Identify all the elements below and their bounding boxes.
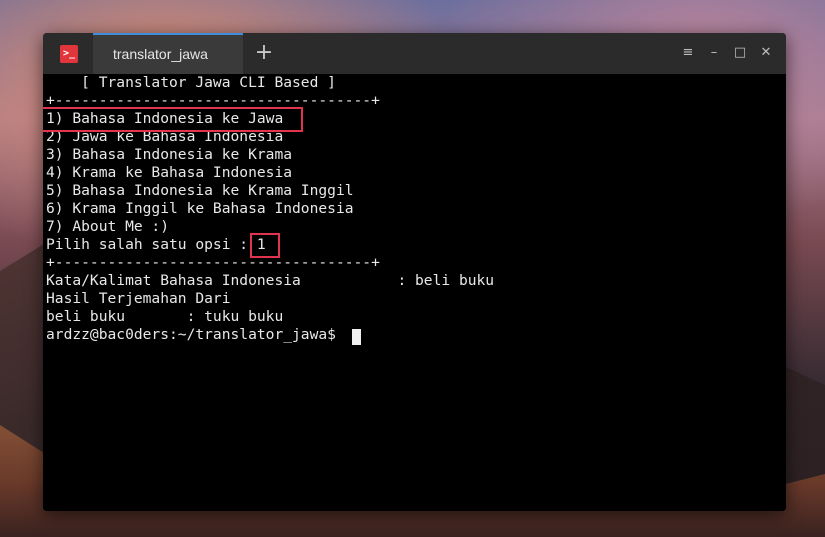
text-cursor: [352, 329, 361, 345]
highlight-option1-box: [43, 107, 303, 132]
title-bar: >_ translator_jawa + ≡ – □ ✕: [43, 33, 786, 74]
minimize-icon[interactable]: –: [705, 44, 723, 62]
terminal-line-option3: 3) Bahasa Indonesia ke Krama: [46, 146, 293, 163]
tab-translator-jawa[interactable]: translator_jawa: [93, 33, 243, 74]
terminal-line-banner: [ Translator Jawa CLI Based ]: [46, 74, 336, 91]
tab-label: translator_jawa: [113, 46, 208, 62]
maximize-icon[interactable]: □: [731, 44, 749, 62]
terminal-line-result-label: Hasil Terjemahan Dari: [46, 290, 231, 307]
new-tab-plus-icon[interactable]: +: [251, 41, 277, 67]
terminal-line-option6: 6) Krama Inggil ke Bahasa Indonesia: [46, 200, 354, 217]
terminal-line-option4: 4) Krama ke Bahasa Indonesia: [46, 164, 293, 181]
terminal-window: >_ translator_jawa + ≡ – □ ✕ [ Translato…: [43, 33, 786, 511]
terminal-line-input: Kata/Kalimat Bahasa Indonesia : beli buk…: [46, 272, 495, 289]
terminal-app-icon: >_: [60, 45, 78, 63]
close-icon[interactable]: ✕: [757, 44, 775, 62]
highlight-choice-box: [250, 233, 280, 258]
terminal-line-option5: 5) Bahasa Indonesia ke Krama Inggil: [46, 182, 354, 199]
terminal-output[interactable]: [ Translator Jawa CLI Based ] +---------…: [43, 74, 786, 511]
shell-prompt: ardzz@bac0ders:~/translator_jawa$: [46, 326, 345, 343]
menu-icon[interactable]: ≡: [679, 44, 697, 62]
terminal-line-divider-2: +------------------------------------+: [46, 254, 380, 271]
terminal-line-prompt-choice: Pilih salah satu opsi : 1: [46, 236, 266, 253]
terminal-line-result: beli buku : tuku buku: [46, 308, 284, 325]
terminal-line-option7: 7) About Me :): [46, 218, 170, 235]
